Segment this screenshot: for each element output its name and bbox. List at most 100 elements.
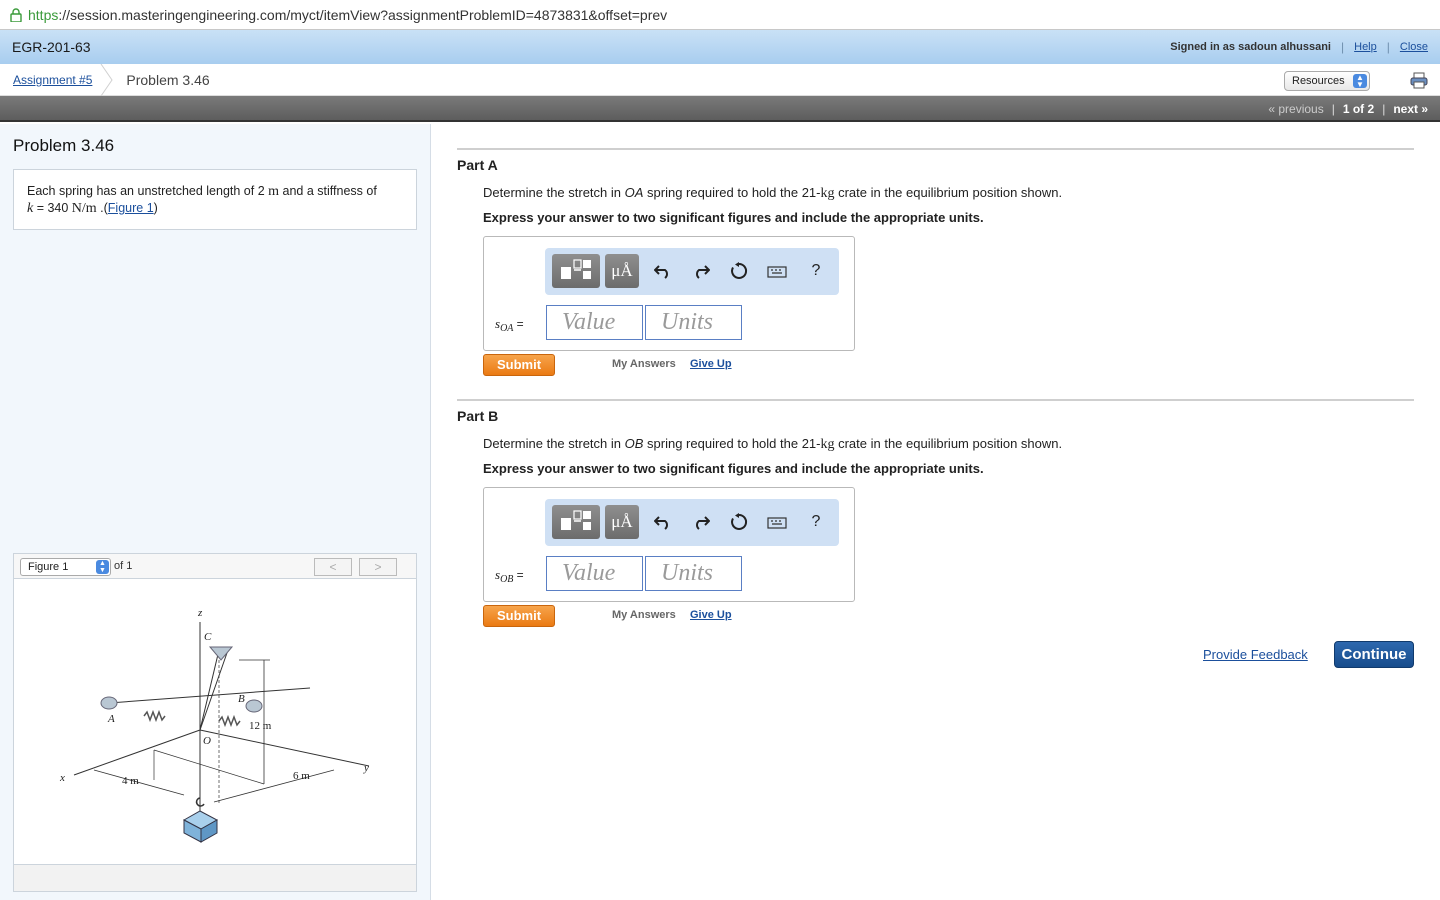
- dimension-line: [93, 769, 185, 796]
- var-subscript: OA: [500, 323, 514, 334]
- label-z: z: [197, 607, 203, 619]
- resources-select[interactable]: Resources ▲ ▼: [1284, 71, 1370, 91]
- units-input[interactable]: [645, 556, 742, 591]
- close-link[interactable]: Close: [1400, 41, 1428, 53]
- next-link[interactable]: next »: [1393, 102, 1428, 116]
- divider: |: [1341, 40, 1345, 54]
- redo-icon[interactable]: [692, 262, 710, 280]
- give-up-link[interactable]: Give Up: [690, 609, 732, 621]
- construction-line: [153, 749, 265, 785]
- help-button[interactable]: ?: [807, 513, 825, 531]
- address-bar[interactable]: https://session.masteringengineering.com…: [0, 0, 1440, 30]
- spring-oa: [143, 709, 166, 723]
- undo-icon[interactable]: [654, 513, 672, 531]
- spring-ob: [218, 714, 241, 728]
- undo-icon[interactable]: [654, 262, 672, 280]
- provide-feedback-link[interactable]: Provide Feedback: [1203, 647, 1308, 662]
- divider: [457, 148, 1414, 150]
- url-scheme: https: [28, 6, 59, 23]
- spring-crate-diagram: z C B A O x y 12 m 4 m 6 m: [59, 607, 370, 843]
- problem-panel: Problem 3.46 Each spring has an unstretc…: [0, 124, 431, 900]
- select-arrows-icon: ▲ ▼: [96, 560, 109, 574]
- breadcrumb: Assignment #5 Problem 3.46: [0, 63, 1440, 96]
- breadcrumb-current: Problem 3.46: [126, 71, 210, 88]
- label-a: A: [107, 713, 115, 725]
- figure-footer: [14, 864, 416, 891]
- answer-variable: sOA =: [495, 316, 524, 334]
- keyboard-icon[interactable]: [767, 262, 787, 280]
- part-a-title: Part A: [457, 157, 498, 173]
- label-c: C: [204, 631, 212, 643]
- statement-text: and a stiffness of: [279, 184, 377, 198]
- submit-button[interactable]: Submit: [483, 354, 555, 376]
- figure-prev-button[interactable]: <: [314, 558, 352, 576]
- part-a: Part A Determine the stretch in OA sprin…: [457, 148, 1414, 388]
- divider: |: [1331, 102, 1335, 116]
- figure-select[interactable]: Figure 1 ▲ ▼: [20, 558, 111, 576]
- templates-button[interactable]: [552, 254, 600, 288]
- support-c: [208, 646, 234, 661]
- lock-icon: [10, 7, 22, 22]
- select-arrows-icon: ▲ ▼: [1353, 74, 1367, 89]
- answer-box: μÅ ? sOA =: [483, 236, 855, 351]
- units-button[interactable]: μÅ: [605, 505, 639, 539]
- x-axis: [73, 729, 201, 776]
- url-text: ://session.masteringengineering.com/myct…: [58, 6, 668, 23]
- units-button[interactable]: μÅ: [605, 254, 639, 288]
- redo-icon[interactable]: [692, 513, 710, 531]
- my-answers-link[interactable]: My Answers: [612, 358, 676, 370]
- help-button[interactable]: ?: [807, 262, 825, 280]
- figure-select-label: Figure 1: [28, 561, 69, 573]
- statement-text: = 340: [33, 201, 72, 215]
- equals-sign: =: [516, 568, 524, 582]
- dimension-line: [213, 769, 335, 803]
- part-b: Part B Determine the stretch in OB sprin…: [457, 399, 1414, 639]
- label-o: O: [203, 735, 211, 747]
- value-input[interactable]: [546, 556, 643, 591]
- assignment-link[interactable]: Assignment #5: [13, 73, 92, 87]
- continue-button[interactable]: Continue: [1334, 641, 1414, 668]
- help-link[interactable]: Help: [1354, 41, 1377, 53]
- course-header: EGR-201-63 Signed in as sadoun alhussani…: [0, 30, 1440, 64]
- reset-icon[interactable]: [730, 262, 748, 280]
- previous-link[interactable]: « previous: [1268, 102, 1323, 116]
- problem-title: Problem 3.46: [13, 136, 115, 155]
- crate: [182, 806, 219, 843]
- label-dim-4: 4 m: [122, 775, 139, 787]
- question-text: spring required to hold the 21-: [643, 185, 821, 200]
- my-answers-link[interactable]: My Answers: [612, 609, 676, 621]
- cable-oc: [199, 649, 229, 731]
- spring-name: OB: [624, 436, 644, 451]
- print-icon[interactable]: [1410, 72, 1428, 89]
- part-a-instructions: Express your answer to two significant f…: [483, 210, 984, 225]
- question-text: crate in the equilibrium position shown.: [834, 185, 1063, 200]
- give-up-link[interactable]: Give Up: [690, 358, 732, 370]
- templates-button[interactable]: [552, 505, 600, 539]
- value-input[interactable]: [546, 305, 643, 340]
- problem-statement: Each spring has an unstretched length of…: [13, 169, 417, 230]
- part-b-title: Part B: [457, 408, 499, 424]
- figure-toolbar: Figure 1 ▲ ▼ of 1 < >: [14, 554, 416, 579]
- math-toolbar: μÅ ?: [545, 248, 839, 295]
- question-text: Determine the stretch in: [483, 436, 625, 451]
- signed-in-text: Signed in as sadoun alhussani: [1170, 41, 1331, 53]
- templates-icon: [561, 510, 591, 530]
- var-subscript: OB: [500, 574, 514, 585]
- problem-nav-bar: « previous | 1 of 2 | next »: [0, 96, 1440, 122]
- reset-icon[interactable]: [730, 513, 748, 531]
- units-input[interactable]: [645, 305, 742, 340]
- figure-next-button[interactable]: >: [359, 558, 397, 576]
- label-y: y: [363, 762, 369, 774]
- cable-oc: [199, 649, 220, 731]
- unit-n-per-m: N/m: [71, 201, 97, 216]
- divider: |: [1386, 40, 1390, 54]
- question-text: spring required to hold the 21-: [643, 436, 821, 451]
- submit-button[interactable]: Submit: [483, 605, 555, 627]
- question-text: crate in the equilibrium position shown.: [834, 436, 1063, 451]
- support-a: [100, 696, 118, 710]
- answer-variable: sOB =: [495, 567, 524, 585]
- keyboard-icon[interactable]: [767, 513, 787, 531]
- figure-link[interactable]: Figure 1: [108, 201, 154, 215]
- math-toolbar: μÅ ?: [545, 499, 839, 546]
- label-b: B: [238, 693, 245, 705]
